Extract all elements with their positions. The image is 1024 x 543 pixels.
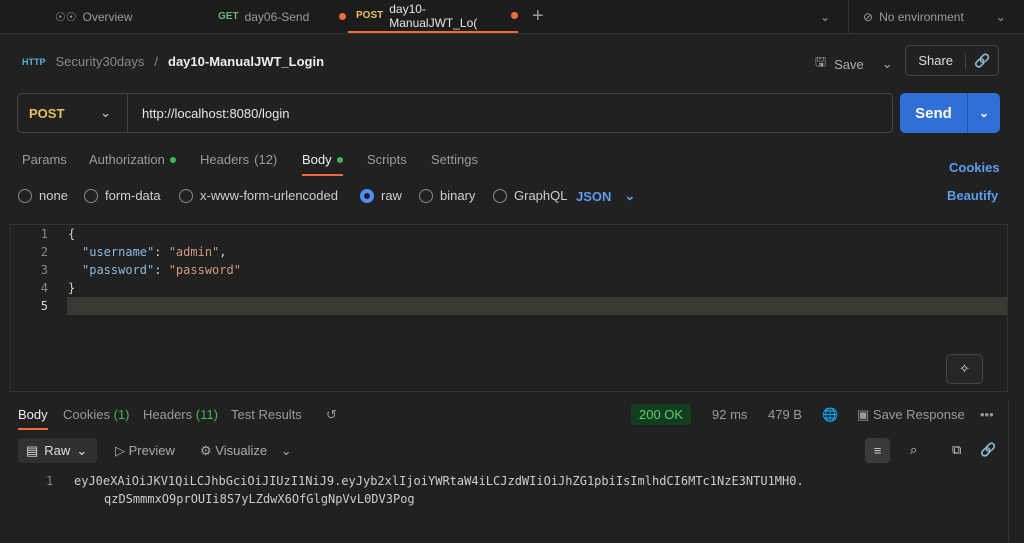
- view-select[interactable]: ▤ Raw ⌄: [18, 438, 97, 463]
- visualize-button[interactable]: ⚙ Visualize ⌄: [200, 443, 292, 459]
- radio-binary[interactable]: binary: [419, 188, 475, 203]
- tab-body[interactable]: Body: [302, 152, 343, 176]
- chevron-down-icon: ⌄: [995, 9, 1006, 24]
- code-line: {: [68, 227, 76, 241]
- tab-day06[interactable]: GET day06-Send: [218, 0, 347, 33]
- globe-icon[interactable]: 🌐: [822, 407, 838, 423]
- radio-none[interactable]: none: [18, 188, 68, 203]
- format-select[interactable]: JSON ⌄: [576, 188, 635, 204]
- share-button[interactable]: Share 🔗: [905, 45, 999, 76]
- cookies-link[interactable]: Cookies: [949, 160, 1000, 175]
- code-line: "username": "admin",: [82, 245, 227, 259]
- response-tab-cookies[interactable]: Cookies (1): [63, 407, 129, 422]
- method-select[interactable]: POST ⌄: [18, 94, 128, 132]
- line-number: 1: [40, 227, 48, 241]
- line-number: 3: [40, 263, 48, 277]
- chevron-down-icon: ⌄: [881, 56, 893, 71]
- link-icon[interactable]: 🔗: [980, 442, 996, 458]
- radio-circle: [84, 188, 98, 203]
- page-title: day10-ManualJWT_Login: [168, 54, 325, 69]
- response-tab-tests[interactable]: Test Results: [231, 407, 302, 422]
- radio-circle: [18, 188, 32, 203]
- status-badge: 200 OK: [631, 404, 692, 425]
- link-icon: 🔗: [965, 52, 998, 69]
- breadcrumb: HTTP Security30days / day10-ManualJWT_Lo…: [22, 54, 324, 69]
- radio-raw[interactable]: raw: [360, 188, 402, 203]
- line-number: 5: [40, 299, 48, 313]
- line-number: 4: [40, 281, 48, 295]
- save-response-icon: ▣: [857, 407, 870, 422]
- response-body: eyJ0eXAiOiJKV1QiLCJhbGciOiJIUzI1NiJ9.eyJ…: [74, 474, 804, 488]
- code-line: "password": "password": [82, 263, 241, 277]
- response-time: 92 ms: [712, 407, 748, 422]
- magic-icon[interactable]: ✧: [946, 354, 983, 384]
- overview-icon: ☉☉: [55, 9, 77, 24]
- scrollbar[interactable]: [1008, 400, 1009, 543]
- unsaved-dot: [339, 13, 347, 20]
- search-icon[interactable]: ⌕: [910, 442, 917, 458]
- radio-circle: [493, 188, 507, 203]
- breadcrumb-separator: /: [154, 54, 159, 69]
- tab-headers[interactable]: Headers (12): [200, 152, 277, 167]
- status-dot: [169, 156, 176, 163]
- more-icon[interactable]: •••: [980, 407, 994, 422]
- tab-overview[interactable]: ☉☉ Overview: [55, 0, 133, 33]
- tab-settings[interactable]: Settings: [431, 152, 478, 167]
- tab-params[interactable]: Params: [22, 152, 67, 167]
- save-icon: 🖫: [815, 54, 827, 69]
- response-body-cont: qzDSmmmxO9prOUIi8S7yLZdwX6OfGlgNpVvL0DV3…: [104, 492, 415, 506]
- chevron-down-icon: ⌄: [76, 442, 88, 458]
- radio-circle: [419, 188, 433, 203]
- preview-button[interactable]: ▷ Preview: [115, 443, 175, 459]
- save-button[interactable]: 🖫 Save ⌄: [815, 53, 893, 75]
- environment-select[interactable]: ⊘ No environment ⌄: [848, 0, 1024, 33]
- radio-circle: [360, 188, 374, 203]
- copy-icon[interactable]: ⧉: [952, 442, 961, 458]
- http-icon: HTTP: [22, 56, 46, 67]
- beautify-button[interactable]: Beautify: [947, 188, 998, 203]
- tabs-dropdown-icon[interactable]: ⌄: [820, 0, 830, 33]
- tab-authorization[interactable]: Authorization: [89, 152, 176, 167]
- line-number: 1: [46, 474, 54, 488]
- line-number: 2: [40, 245, 48, 259]
- wrap-icon[interactable]: ≡: [865, 438, 890, 463]
- breadcrumb-collection[interactable]: Security30days: [56, 54, 145, 69]
- visualize-icon: ⚙: [200, 443, 212, 458]
- request-bar: POST ⌄ http://localhost:8080/login: [17, 93, 893, 133]
- radio-form-data[interactable]: form-data: [84, 188, 161, 203]
- chevron-down-icon[interactable]: ⌄: [967, 93, 1000, 133]
- raw-icon: ▤: [26, 442, 39, 458]
- response-tab-body[interactable]: Body: [18, 407, 48, 430]
- active-line-highlight: [67, 297, 1007, 315]
- response-size: 479 B: [768, 407, 802, 422]
- history-icon[interactable]: ↺: [326, 407, 337, 423]
- code-line: }: [68, 281, 76, 295]
- radio-graphql[interactable]: GraphQL: [493, 188, 567, 203]
- save-response-button[interactable]: ▣ Save Response: [857, 407, 965, 423]
- chevron-down-icon: ⌄: [624, 188, 636, 203]
- chevron-down-icon: ⌄: [100, 105, 111, 120]
- play-icon: ▷: [115, 443, 125, 458]
- new-tab-button[interactable]: +: [532, 0, 544, 33]
- no-environment-icon: ⊘: [863, 9, 874, 24]
- radio-circle: [179, 188, 193, 203]
- tab-bar: ☉☉ Overview GET day06-Send POST day10-Manua…: [0, 0, 1024, 34]
- tab-day10[interactable]: POST day10-ManualJWT_Lo(: [348, 0, 518, 33]
- send-button[interactable]: Send ⌄: [900, 93, 1000, 133]
- tab-scripts[interactable]: Scripts: [367, 152, 407, 167]
- chevron-down-icon: ⌄: [280, 443, 292, 458]
- response-tab-headers[interactable]: Headers (11): [143, 407, 218, 422]
- url-input[interactable]: http://localhost:8080/login: [128, 106, 289, 121]
- radio-urlencoded[interactable]: x-www-form-urlencoded: [179, 188, 338, 203]
- unsaved-dot: [511, 12, 518, 19]
- status-dot: [336, 156, 343, 163]
